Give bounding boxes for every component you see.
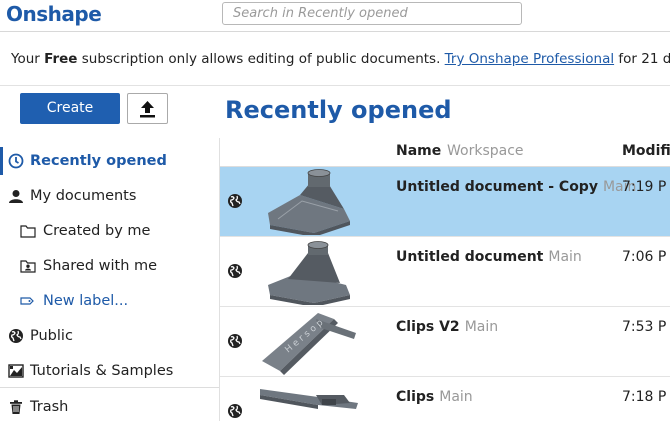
onshape-logo[interactable]: Onshape xyxy=(6,2,102,26)
document-name[interactable]: Untitled document Main xyxy=(396,249,582,265)
sidebar-item-trash[interactable]: Trash xyxy=(0,390,219,424)
document-thumbnail[interactable] xyxy=(258,169,358,235)
document-thumbnail[interactable]: H e r s o p xyxy=(258,309,358,375)
clock-icon xyxy=(8,153,24,169)
table-row[interactable]: Untitled document - Copy Main 7:19 P xyxy=(220,167,670,237)
top-bar: Onshape xyxy=(0,0,670,32)
modified-time: 7:18 P xyxy=(622,389,667,405)
documents-table: Name Workspace Modifie Untitled document… xyxy=(220,138,670,421)
try-professional-link[interactable]: Try Onshape Professional xyxy=(445,51,614,67)
table-header: Name Workspace Modifie xyxy=(220,138,670,167)
document-name[interactable]: Clips V2 Main xyxy=(396,319,498,335)
table-row[interactable]: H e r s o p Clips V2 Main 7:53 P xyxy=(220,307,670,377)
document-thumbnail[interactable] xyxy=(258,379,358,421)
upload-icon xyxy=(140,101,155,118)
sidebar-item-label: Created by me xyxy=(43,223,151,239)
create-button[interactable]: Create xyxy=(20,93,120,124)
modified-time: 7:06 P xyxy=(622,249,667,265)
upload-button[interactable] xyxy=(127,93,168,124)
document-thumbnail[interactable] xyxy=(258,239,358,305)
document-title: Untitled document - Copy xyxy=(396,179,598,195)
banner-middle: subscription only allows editing of publ… xyxy=(77,51,445,67)
column-header-name[interactable]: Name xyxy=(396,143,441,159)
sidebar-item-label: Recently opened xyxy=(30,153,167,169)
workspace-name: Main xyxy=(439,389,473,405)
document-title: Clips V2 xyxy=(396,319,460,335)
public-globe-icon xyxy=(228,264,242,278)
sidebar-item-new-label[interactable]: New label... xyxy=(0,284,219,318)
folder-icon xyxy=(20,225,36,238)
public-globe-icon xyxy=(228,404,242,418)
sidebar-item-tutorials-samples[interactable]: Tutorials & Samples xyxy=(0,354,219,388)
page-title: Recently opened xyxy=(225,96,452,124)
user-icon xyxy=(9,190,23,203)
search-input[interactable] xyxy=(222,2,522,25)
subscription-banner: Your Free subscription only allows editi… xyxy=(0,32,670,86)
sidebar-item-my-documents[interactable]: My documents xyxy=(0,179,219,213)
globe-icon xyxy=(9,329,23,343)
document-name[interactable]: Untitled document - Copy Main xyxy=(396,179,636,195)
public-globe-icon xyxy=(228,194,242,208)
banner-suffix: for 21 days to cre xyxy=(618,51,670,67)
workspace-name: Main xyxy=(548,249,582,265)
tutorials-icon xyxy=(8,364,24,378)
sidebar: Recently opened My documents Created by … xyxy=(0,138,220,421)
label-add-icon xyxy=(20,297,34,305)
sidebar-item-label: My documents xyxy=(30,188,137,204)
sidebar-item-created-by-me[interactable]: Created by me xyxy=(0,214,219,248)
document-title: Untitled document xyxy=(396,249,544,265)
table-row[interactable]: Clips Main 7:18 P xyxy=(220,377,670,421)
column-header-workspace: Workspace xyxy=(447,143,524,159)
column-header-modified[interactable]: Modifie xyxy=(622,143,670,159)
sidebar-item-label: Shared with me xyxy=(43,258,158,274)
sidebar-item-public[interactable]: Public xyxy=(0,319,219,353)
shared-folder-icon xyxy=(20,260,36,273)
trash-icon xyxy=(10,400,22,414)
sidebar-divider xyxy=(0,387,219,388)
public-globe-icon xyxy=(228,334,242,348)
table-row[interactable]: Untitled document Main 7:06 P xyxy=(220,237,670,307)
modified-time: 7:53 P xyxy=(622,319,667,335)
sidebar-item-label: Trash xyxy=(30,399,69,415)
sidebar-item-recently-opened[interactable]: Recently opened xyxy=(0,144,219,178)
sidebar-item-label: New label... xyxy=(43,293,129,309)
document-title: Clips xyxy=(396,389,435,405)
document-name[interactable]: Clips Main xyxy=(396,389,473,405)
banner-prefix: Your xyxy=(11,51,45,67)
banner-plan: Free xyxy=(44,51,78,67)
modified-time: 7:19 P xyxy=(622,179,667,195)
sidebar-item-label: Public xyxy=(30,328,73,344)
sidebar-item-shared-with-me[interactable]: Shared with me xyxy=(0,249,219,283)
workspace-name: Main xyxy=(464,319,499,335)
sidebar-item-label: Tutorials & Samples xyxy=(30,363,174,379)
